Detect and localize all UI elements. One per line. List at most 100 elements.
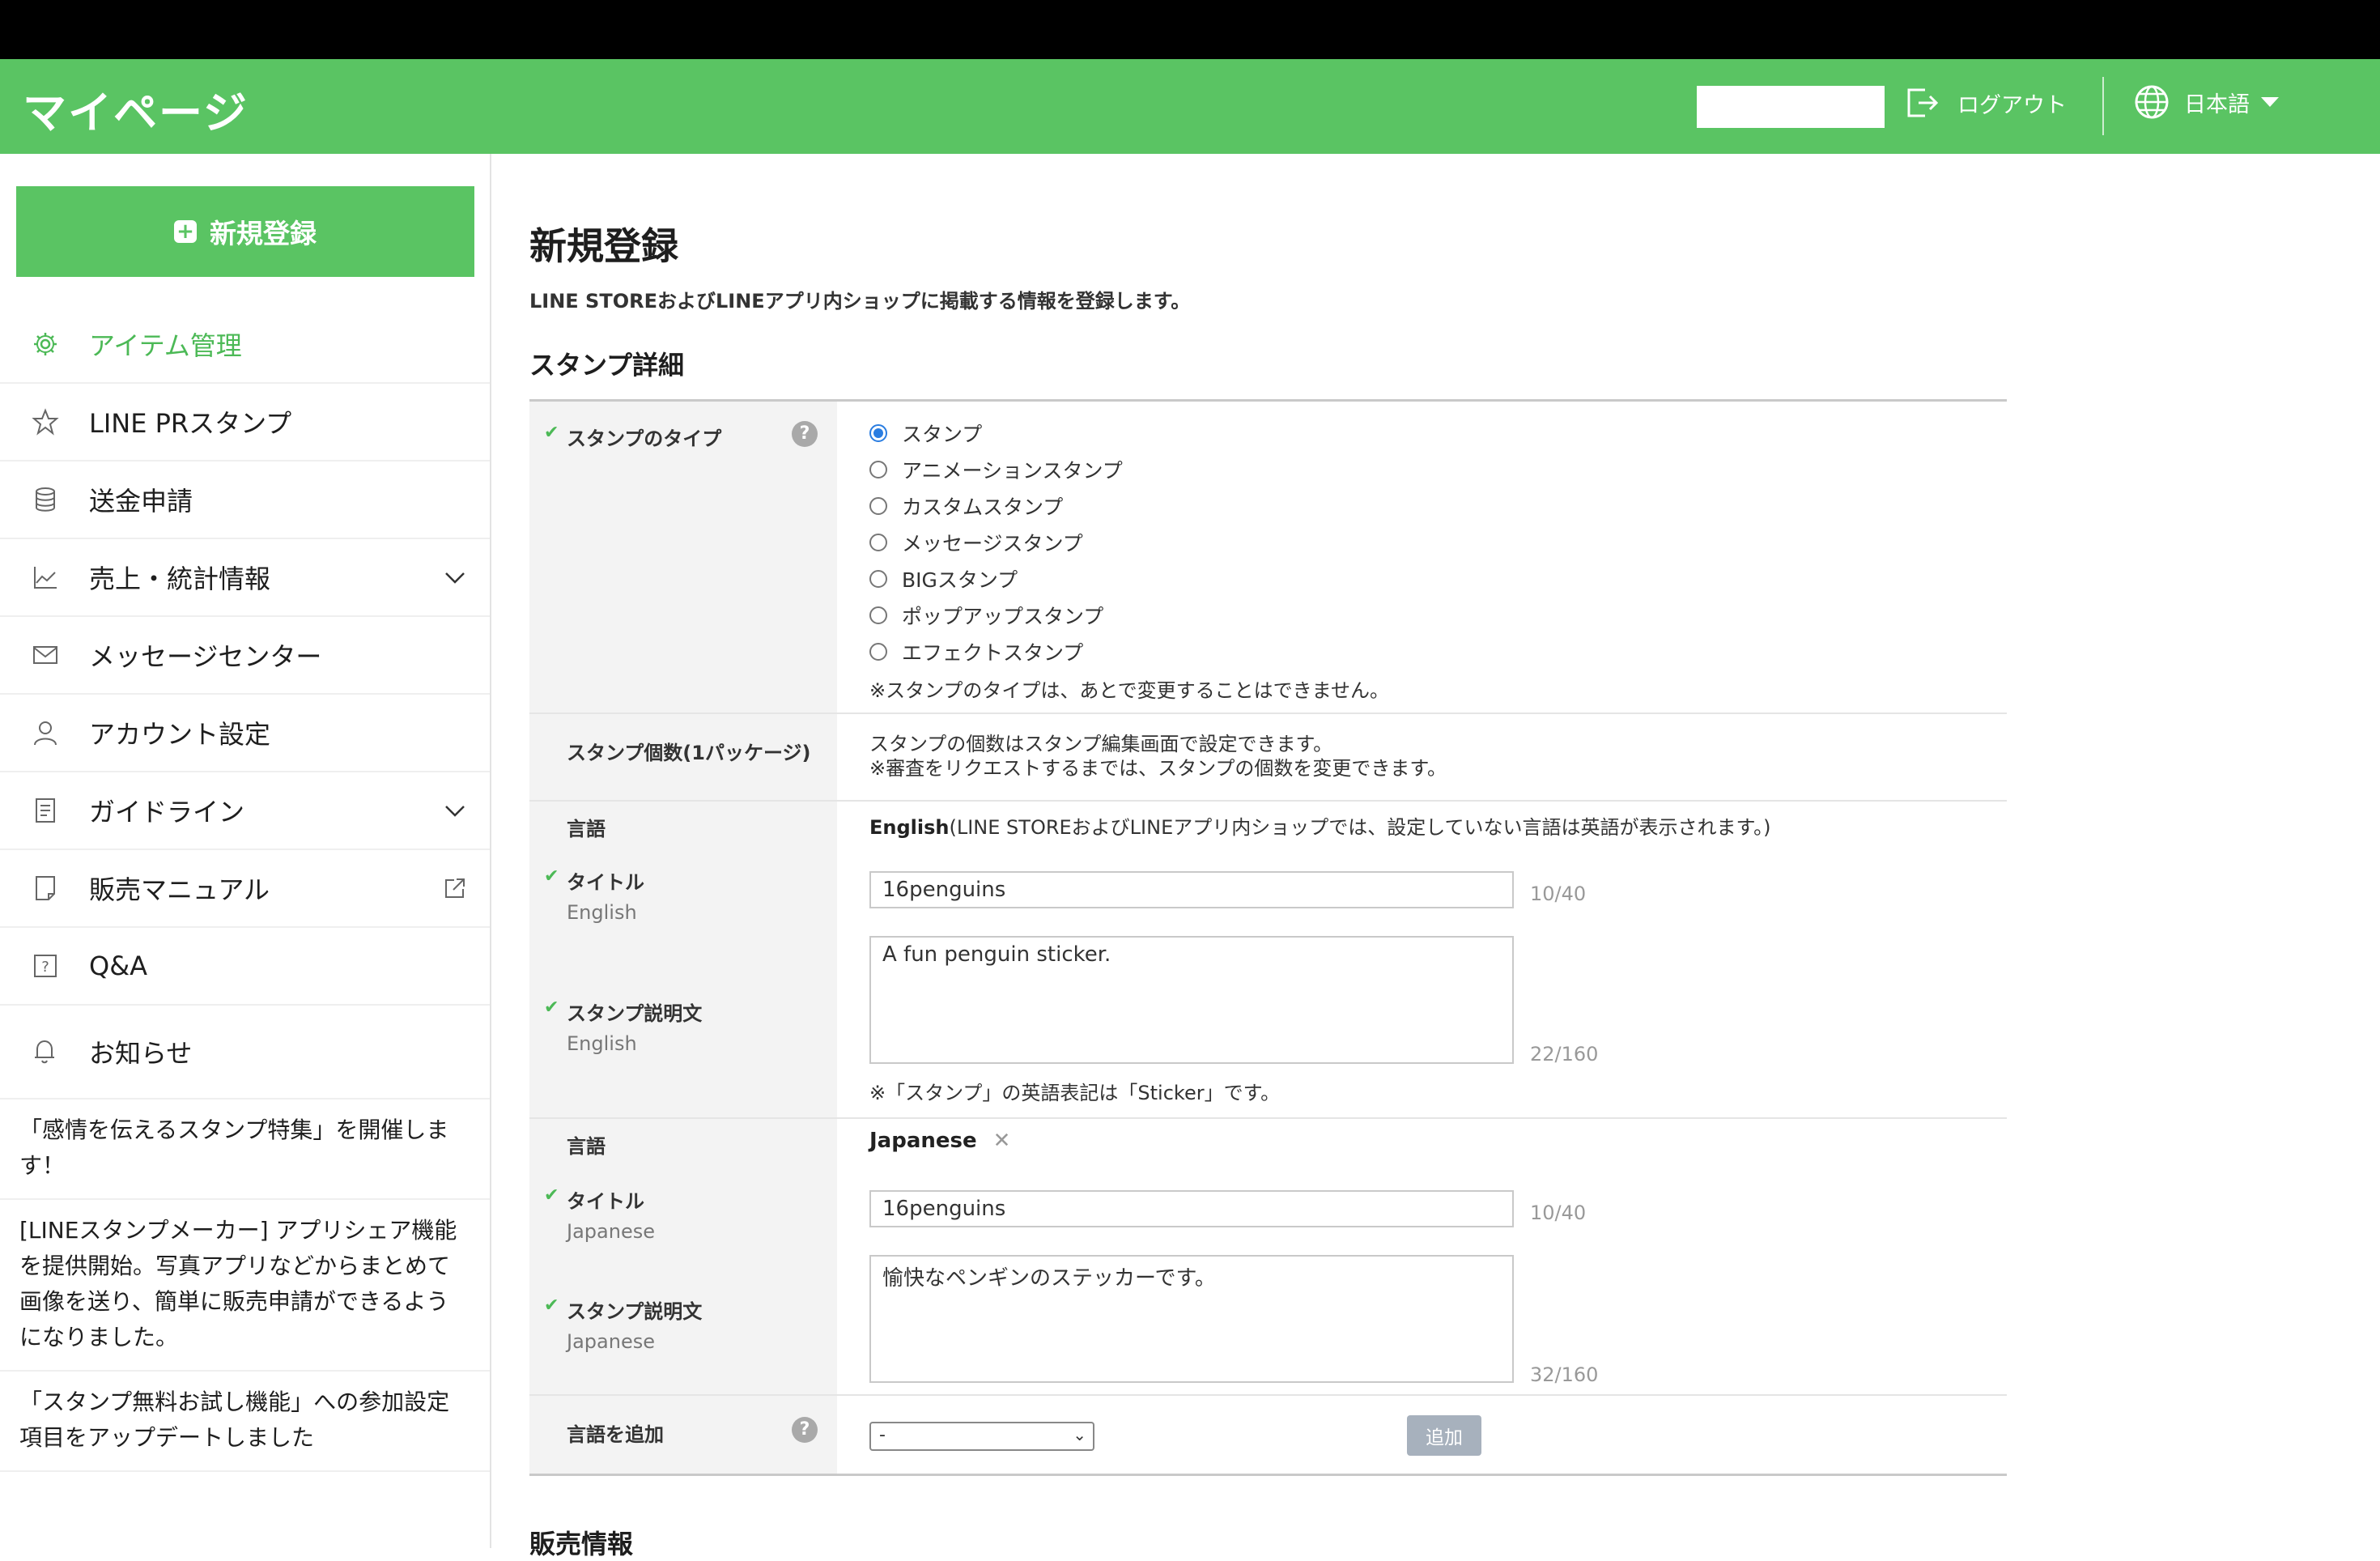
gear-icon [31, 330, 60, 359]
language-sub: English [567, 1032, 637, 1055]
description-label: スタンプ説明文 Japanese [567, 1295, 702, 1353]
notice-item[interactable]: 「感情を伝えるスタンプ特集」を開催します！ [0, 1100, 490, 1200]
row-sticker-type: ✔ スタンプのタイプ ? スタンプ アニメーションスタンプ カスタムスタンプ メ… [529, 402, 2007, 714]
sales-info-title: 販売情報 [529, 1529, 634, 1559]
section-title: スタンプ詳細 [529, 350, 685, 381]
sidebar-nav: アイテム管理 LINE PRスタンプ 送金申請 売上・統計情報 メッセージセンタ… [0, 306, 490, 1472]
radio-option-message[interactable]: メッセージスタンプ [869, 524, 2007, 560]
chevron-down-icon [2261, 97, 2279, 107]
sidebar-item-label: 送金申請 [89, 486, 193, 517]
label-cell: 言語 ✔ タイトル English ✔ スタンプ説明文 English [529, 802, 837, 1117]
english-language-name: English [869, 816, 950, 839]
radio-option-custom[interactable]: カスタムスタンプ [869, 487, 2007, 524]
sidebar-item-account-settings[interactable]: アカウント設定 [0, 695, 490, 772]
sticker-details-form: ✔ スタンプのタイプ ? スタンプ アニメーションスタンプ カスタムスタンプ メ… [529, 399, 2007, 1476]
sidebar-item-label: メッセージセンター [89, 641, 322, 672]
title-label: タイトル Japanese [567, 1185, 655, 1243]
title-label-text: タイトル [567, 1190, 644, 1213]
header: マイページ ログアウト 日本語 [0, 59, 2380, 154]
radio-option-animation[interactable]: アニメーションスタンプ [869, 451, 2007, 487]
os-top-bar [0, 0, 2380, 59]
notices-title: お知らせ [89, 1038, 193, 1069]
english-description-textarea[interactable]: A fun penguin sticker. [869, 936, 1514, 1064]
remove-language-icon[interactable]: ✕ [993, 1129, 1011, 1153]
note-icon [31, 874, 60, 903]
sidebar-item-item-management[interactable]: アイテム管理 [0, 306, 490, 384]
sticker-count-notes: スタンプの個数はスタンプ編集画面で設定できます。 ※審査をリクエストするまでは、… [837, 714, 2007, 800]
radio-button[interactable] [869, 606, 887, 624]
svg-text:?: ? [41, 959, 49, 976]
language-selector[interactable]: 日本語 [2134, 84, 2279, 120]
database-icon [31, 485, 60, 514]
english-language-line: English(LINE STOREおよびLINEアプリ内ショップでは、設定して… [869, 811, 1770, 840]
language-label: 日本語 [2184, 91, 2250, 117]
radio-button[interactable] [869, 569, 887, 588]
notices-header: お知らせ [0, 1006, 490, 1100]
japanese-description-count: 32/160 [1530, 1363, 1599, 1386]
sidebar-item-qa[interactable]: ? Q&A [0, 928, 490, 1006]
logout-icon [1907, 88, 1939, 117]
notice-item[interactable]: [LINEスタンプメーカー] アプリシェア機能を提供開始。写真アプリなどからまと… [0, 1200, 490, 1372]
sidebar-item-sales-manual[interactable]: 販売マニュアル [0, 850, 490, 928]
row-english: 言語 ✔ タイトル English ✔ スタンプ説明文 English Englis… [529, 802, 2007, 1119]
add-language-button[interactable]: 追加 [1407, 1415, 1481, 1456]
language-sub: Japanese [567, 1330, 655, 1353]
radio-button[interactable] [869, 496, 887, 515]
label-cell: 言語 ✔ タイトル Japanese ✔ スタンプ説明文 Japanese [529, 1119, 837, 1394]
type-note: ※スタンプのタイプは、あとで変更することはできません。 [869, 679, 1389, 702]
question-icon: ? [31, 951, 60, 980]
row-sticker-count: スタンプ個数(1パッケージ) スタンプの個数はスタンプ編集画面で設定できます。 … [529, 714, 2007, 802]
sidebar-item-guidelines[interactable]: ガイドライン [0, 772, 490, 850]
language-sub: English [567, 901, 637, 924]
japanese-title-count: 10/40 [1530, 1202, 1587, 1224]
chart-icon [31, 563, 60, 592]
radio-button[interactable] [869, 423, 887, 442]
sidebar-item-remittance[interactable]: 送金申請 [0, 461, 490, 539]
sidebar-item-label: ガイドライン [89, 797, 245, 827]
mail-icon [31, 640, 60, 670]
chevron-down-icon [443, 798, 467, 829]
sidebar-item-label: 売上・統計情報 [89, 564, 271, 594]
app-title: マイページ [23, 87, 249, 138]
sidebar-item-line-pr-stamp[interactable]: LINE PRスタンプ [0, 384, 490, 461]
header-divider [2102, 77, 2104, 135]
logout-button[interactable]: ログアウト [1904, 85, 2067, 121]
radio-option-popup[interactable]: ポップアップスタンプ [869, 597, 2007, 633]
sidebar-item-message-center[interactable]: メッセージセンター [0, 617, 490, 695]
radio-button[interactable] [869, 533, 887, 551]
radio-button[interactable] [869, 460, 887, 479]
japanese-language-name: Japanese [869, 1129, 977, 1153]
count-note: ※審査をリクエストするまでは、スタンプの個数を変更できます。 [869, 757, 1447, 780]
help-icon[interactable]: ? [792, 421, 818, 447]
sticker-count-label: スタンプ個数(1パッケージ) [567, 742, 811, 764]
row-japanese: 言語 ✔ タイトル Japanese ✔ スタンプ説明文 Japanese Japa… [529, 1119, 2007, 1396]
radio-label: ポップアップスタンプ [902, 604, 1104, 628]
japanese-description-textarea[interactable]: 愉快なペンギンのステッカーです。 [869, 1255, 1514, 1383]
english-title-input[interactable]: 16penguins [869, 871, 1514, 908]
radio-button[interactable] [869, 642, 887, 661]
count-note: スタンプの個数はスタンプ編集画面で設定できます。 [869, 733, 1333, 755]
sidebar-item-sales-stats[interactable]: 売上・統計情報 [0, 539, 490, 617]
sidebar-item-label: LINE PRスタンプ [89, 408, 292, 439]
logout-label: ログアウト [1957, 92, 2067, 118]
plus-icon: + [174, 220, 197, 243]
label-cell: 言語を追加 ? [529, 1396, 837, 1474]
check-icon: ✔ [544, 1185, 559, 1206]
japanese-title-input[interactable]: 16penguins [869, 1190, 1514, 1227]
sidebar: + 新規登録 アイテム管理 LINE PRスタンプ 送金申請 売上・統計情報 メ… [0, 154, 491, 1548]
page-description: LINE STOREおよびLINEアプリ内ショップに掲載する情報を登録します。 [529, 290, 1191, 313]
star-icon [31, 407, 60, 436]
user-name-box[interactable] [1697, 86, 1885, 128]
radio-option-big[interactable]: BIGスタンプ [869, 560, 2007, 597]
check-icon: ✔ [544, 423, 559, 443]
radio-label: アニメーションスタンプ [902, 458, 1123, 483]
description-label: スタンプ説明文 English [567, 997, 702, 1055]
help-icon[interactable]: ? [792, 1417, 818, 1443]
radio-option-stamp[interactable]: スタンプ [869, 415, 2007, 451]
notice-item[interactable]: 「スタンプ無料お試し機能」への参加設定項目をアップデートしました [0, 1372, 490, 1472]
globe-icon [2135, 85, 2169, 119]
language-select[interactable]: - ⌄ [869, 1422, 1094, 1451]
new-registration-button[interactable]: + 新規登録 [16, 186, 474, 277]
radio-option-effect[interactable]: エフェクトスタンプ [869, 633, 2007, 670]
sidebar-item-label: 販売マニュアル [89, 874, 270, 905]
